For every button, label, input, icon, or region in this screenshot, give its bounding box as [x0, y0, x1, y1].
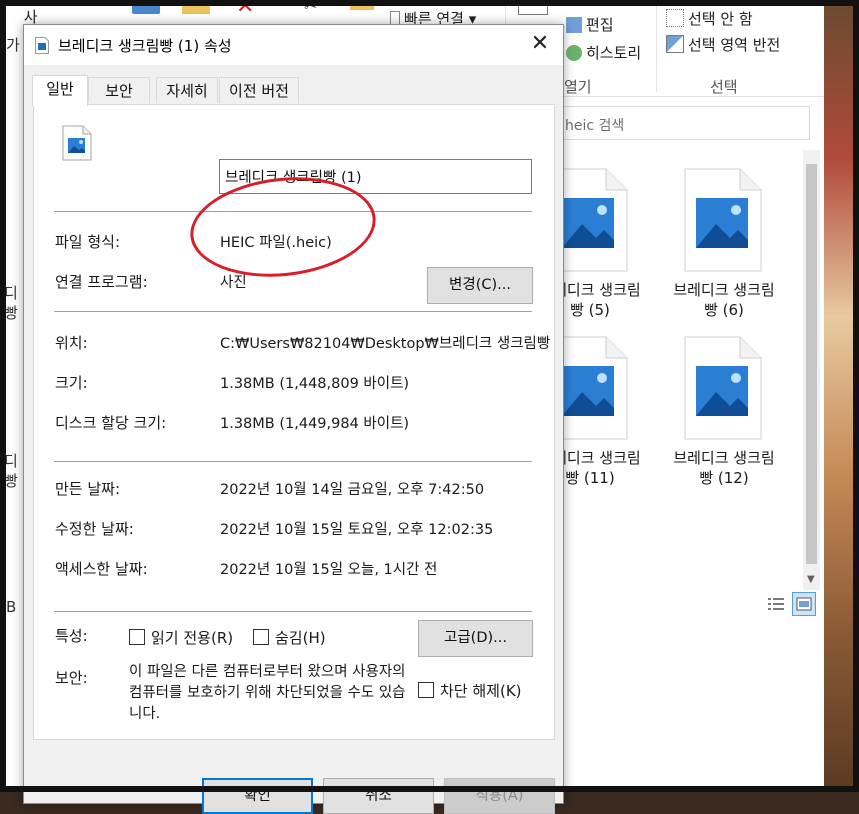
open-group-label: 열기: [564, 78, 592, 96]
size-label: 크기:: [55, 374, 88, 392]
readonly-checkbox[interactable]: 읽기 전용(R): [129, 627, 233, 648]
image-file-icon: [35, 37, 49, 54]
accessed-label: 액세스한 날짜:: [55, 560, 148, 578]
attributes-label: 특성:: [55, 627, 88, 645]
cut-icon[interactable]: ✂: [304, 0, 317, 15]
divider: [54, 211, 532, 212]
details-view-icon[interactable]: [764, 592, 788, 616]
select-group-label: 선택: [710, 78, 738, 96]
general-tab-panel: 파일 형식: HEIC 파일(.heic) 연결 프로그램: 사진 변경(C).…: [33, 104, 555, 740]
divider: [54, 461, 532, 462]
file-type-label: 파일 형식:: [55, 233, 121, 251]
size-on-disk-value: 1.38MB (1,449,984 바이트): [220, 416, 410, 432]
close-button[interactable]: ✕: [517, 25, 563, 65]
tab-general[interactable]: 일반: [32, 75, 88, 106]
properties-icon[interactable]: [518, 0, 548, 15]
edit-button[interactable]: 편집: [566, 14, 614, 35]
file-caption-line1: 브레디크 생크림: [673, 281, 775, 299]
ok-button[interactable]: 확인: [202, 778, 313, 814]
left-strip-text: 가: [6, 36, 20, 54]
readonly-checkbox-label: 읽기 전용(R): [151, 629, 234, 647]
ribbon-separator: [656, 0, 657, 92]
advanced-button[interactable]: 고급(D)...: [418, 620, 533, 657]
vertical-scrollbar[interactable]: ▼: [803, 150, 820, 590]
tab-details[interactable]: 자세히: [156, 77, 218, 103]
left-strip-text: B: [6, 598, 17, 616]
location-value: C:₩Users₩82104₩Desktop₩브레디크 생크림빵: [220, 336, 551, 352]
dialog-title: 브레디크 생크림빵 (1) 속성: [58, 37, 232, 55]
left-strip-text: 빵: [4, 472, 18, 490]
accessed-value: 2022년 10월 15일 오늘, 1시간 전: [220, 562, 438, 578]
checkbox-box[interactable]: [418, 682, 434, 698]
apply-button[interactable]: 적용(A): [444, 778, 555, 814]
file-caption-line2: 빵 (6): [704, 301, 744, 319]
modified-label: 수정한 날짜:: [55, 520, 134, 538]
hidden-checkbox-label: 숨김(H): [275, 629, 326, 647]
file-caption-line1: 브레디크 생크림: [673, 449, 775, 467]
modified-value: 2022년 10월 15일 토요일, 오후 12:02:35: [220, 522, 494, 538]
tab-security[interactable]: 보안: [88, 77, 150, 103]
invert-selection-icon: [666, 35, 684, 53]
location-label: 위치:: [55, 334, 88, 352]
divider: [54, 311, 532, 312]
image-file-icon: [684, 168, 762, 272]
image-file-icon: [62, 125, 92, 161]
tab-previous-versions[interactable]: 이전 버전: [219, 77, 299, 103]
scroll-down-arrow-icon[interactable]: ▼: [807, 574, 815, 585]
file-tile[interactable]: 브레디크 생크림빵 (12): [654, 336, 794, 496]
select-none-button[interactable]: 선택 안 함: [666, 8, 753, 29]
unblock-checkbox[interactable]: 차단 해제(K): [418, 680, 522, 701]
folder-icon[interactable]: [182, 0, 210, 14]
size-value: 1.38MB (1,448,809 바이트): [220, 376, 410, 392]
checkbox-box[interactable]: [129, 629, 145, 645]
history-label: 히스토리: [586, 44, 642, 62]
explorer-left-strip: 가 디 빵 디 빵 B: [0, 0, 24, 792]
image-file-icon: [684, 336, 762, 440]
file-name-input[interactable]: [219, 159, 532, 194]
new-folder-icon[interactable]: [350, 0, 374, 10]
scrollbar-thumb[interactable]: [806, 164, 817, 564]
file-caption-line2: 빵 (11): [565, 469, 615, 487]
security-label: 보안:: [55, 669, 88, 687]
checkbox-box[interactable]: [253, 629, 269, 645]
search-input[interactable]: heic 검색: [565, 115, 624, 135]
edit-label: 편집: [586, 16, 614, 34]
opens-with-value: 사진: [220, 275, 247, 291]
size-on-disk-label: 디스크 할당 크기:: [55, 414, 167, 432]
change-button[interactable]: 변경(C)...: [427, 267, 533, 304]
left-strip-text: 빵: [4, 304, 18, 322]
left-strip-text: 디: [4, 284, 18, 302]
unblock-checkbox-label: 차단 해제(K): [440, 682, 522, 700]
background-photo: [824, 0, 859, 792]
properties-dialog: 브레디크 생크림빵 (1) 속성 ✕ 일반 보안 자세히 이전 버전 파일 형식…: [23, 24, 564, 814]
edit-icon: [566, 17, 582, 33]
created-label: 만든 날짜:: [55, 480, 121, 498]
select-none-icon: [666, 9, 684, 27]
history-icon: [566, 45, 582, 61]
file-caption: 브레디크 생크림빵 (6): [654, 280, 794, 320]
file-caption-line2: 빵 (5): [570, 301, 610, 319]
hidden-checkbox[interactable]: 숨김(H): [253, 627, 326, 648]
cancel-button[interactable]: 취소: [323, 778, 434, 814]
file-caption: 브레디크 생크림빵 (12): [654, 448, 794, 488]
search-box[interactable]: heic 검색: [540, 106, 810, 140]
select-none-label: 선택 안 함: [688, 10, 753, 28]
opens-with-label: 연결 프로그램:: [55, 273, 148, 291]
security-message: 이 파일은 다른 컴퓨터로부터 왔으며 사용자의 컴퓨터를 보호하기 위해 차단…: [129, 664, 406, 722]
paste-icon[interactable]: [132, 0, 160, 14]
file-tile[interactable]: 브레디크 생크림빵 (6): [654, 168, 794, 328]
history-button[interactable]: 히스토리: [566, 42, 641, 63]
delete-icon[interactable]: ✕: [236, 0, 254, 19]
large-icons-view-icon[interactable]: [792, 592, 816, 616]
file-caption-line2: 빵 (12): [699, 469, 749, 487]
invert-selection-label: 선택 영역 반전: [688, 36, 781, 54]
created-value: 2022년 10월 14일 금요일, 오후 7:42:50: [220, 482, 485, 498]
divider: [54, 611, 532, 612]
file-type-value: HEIC 파일(.heic): [220, 235, 332, 251]
title-bar[interactable]: 브레디크 생크림빵 (1) 속성 ✕: [24, 25, 563, 65]
left-strip-text: 디: [4, 452, 18, 470]
invert-selection-button[interactable]: 선택 영역 반전: [666, 34, 780, 55]
